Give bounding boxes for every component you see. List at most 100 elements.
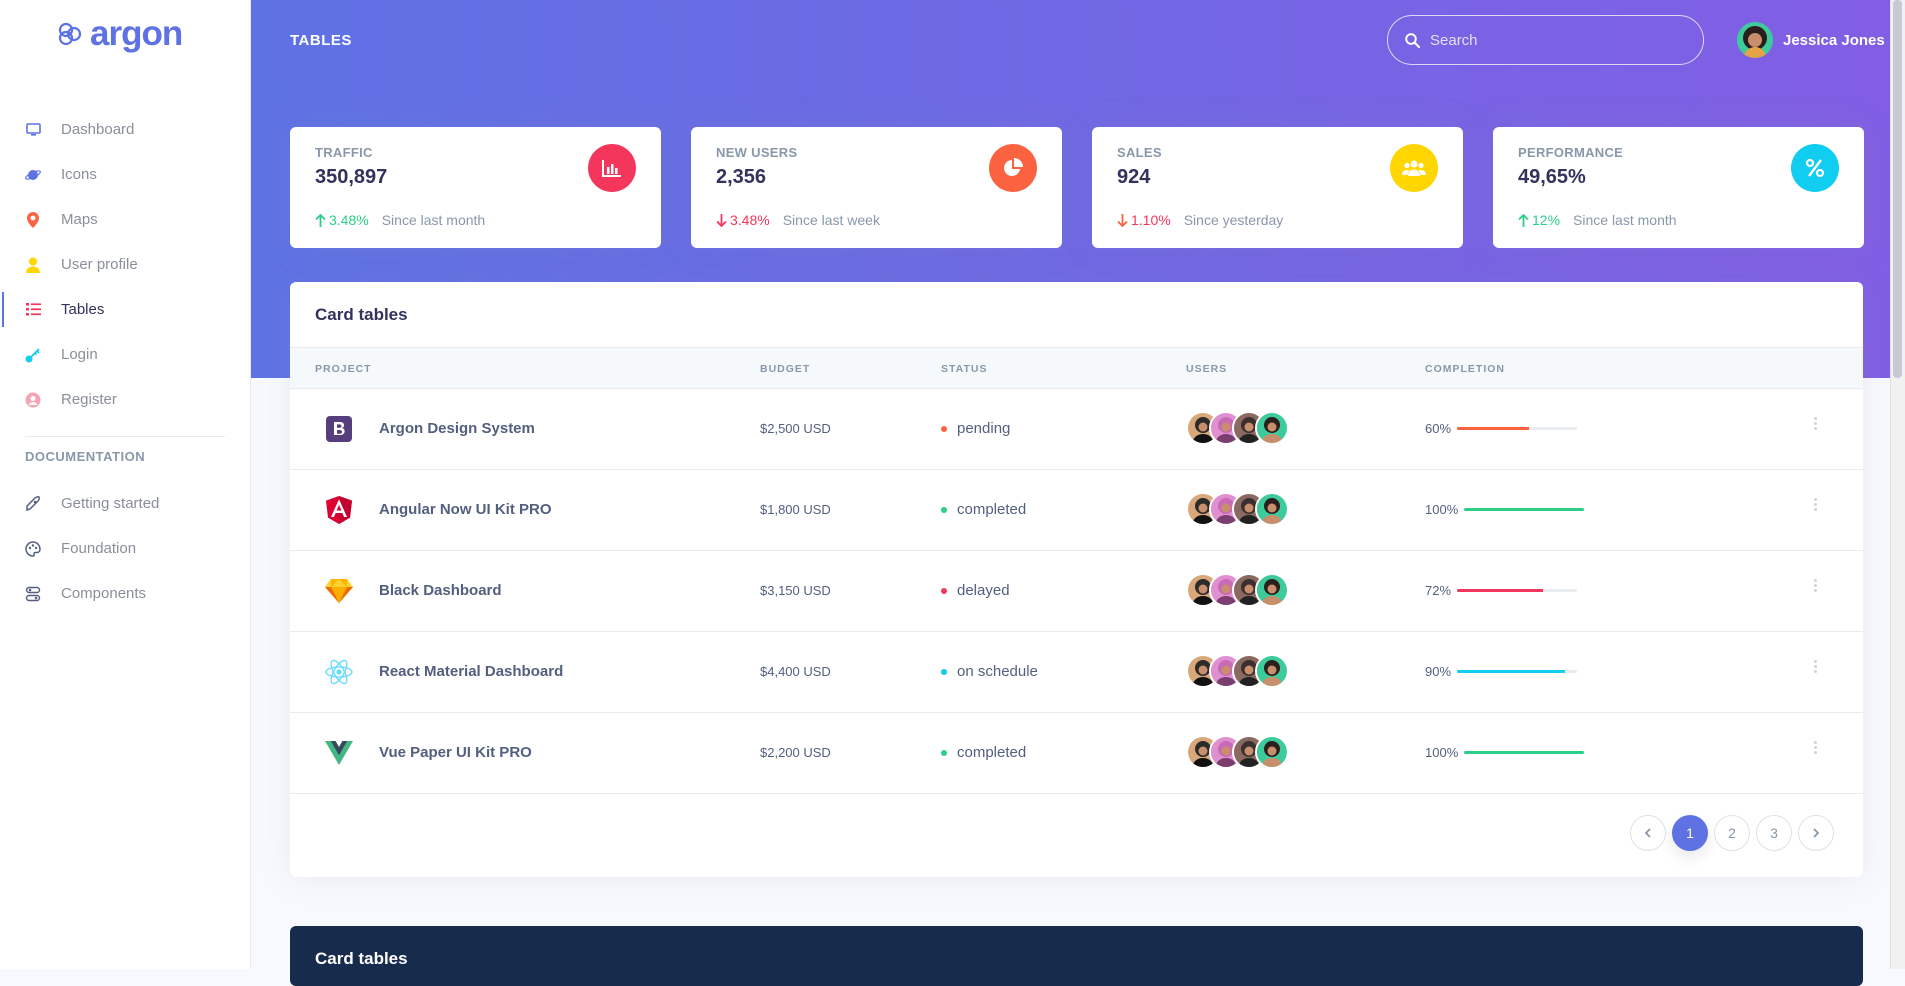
more-options-icon[interactable] [1812, 741, 1818, 754]
sidebar-item-label: Maps [61, 211, 98, 228]
spaceship-icon [25, 495, 41, 512]
progress-fill [1464, 508, 1585, 511]
more-options-icon[interactable] [1812, 417, 1818, 430]
search-box[interactable] [1387, 15, 1704, 65]
pie-chart-icon [989, 144, 1037, 192]
stat-change-value: 1.10% [1131, 212, 1171, 228]
search-input[interactable] [1430, 31, 1670, 49]
arrow-up-icon [1518, 213, 1529, 227]
sidebar-item-user-profile[interactable]: User profile [0, 242, 250, 287]
sidebar-item-tables[interactable]: Tables [0, 287, 250, 332]
arrow-down-icon [1117, 213, 1128, 227]
card-table: Card tables PROJECT BUDGET STATUS USERS … [290, 282, 1863, 877]
more-options-icon[interactable] [1812, 660, 1818, 673]
argon-logo-icon [58, 22, 82, 46]
column-header-users: USERS [1186, 363, 1228, 375]
completion: 100% [1425, 745, 1585, 760]
sidebar-item-label: Icons [61, 166, 97, 183]
palette-icon [25, 540, 41, 557]
user-name: Jessica Jones [1783, 31, 1885, 49]
avatar[interactable] [1255, 573, 1289, 607]
column-header-completion: COMPLETION [1425, 363, 1505, 375]
column-header-status: STATUS [941, 363, 988, 375]
sidebar-item-getting-started[interactable]: Getting started [0, 481, 250, 526]
user-menu[interactable]: Jessica Jones [1737, 22, 1885, 58]
project-name[interactable]: Vue Paper UI Kit PRO [379, 744, 532, 761]
more-options-icon[interactable] [1812, 498, 1818, 511]
progress-bar [1457, 589, 1578, 592]
pagination-page[interactable]: 2 [1714, 815, 1750, 851]
sidebar-item-label: Foundation [61, 540, 137, 557]
stat-label: TRAFFIC [315, 145, 373, 160]
user-avatars [1186, 411, 1289, 445]
avatar[interactable] [1255, 735, 1289, 769]
user-avatars [1186, 654, 1289, 688]
sidebar-item-icons[interactable]: Icons [0, 152, 250, 197]
project-name[interactable]: React Material Dashboard [379, 663, 563, 680]
stat-card-performance: PERFORMANCE 49,65% 12% Since last month [1493, 127, 1864, 248]
stat-since: Since last month [1573, 212, 1677, 228]
progress-fill [1457, 427, 1530, 430]
sidebar-item-label: Dashboard [61, 121, 135, 138]
sidebar-item-login[interactable]: Login [0, 332, 250, 377]
bootstrap-icon [323, 413, 355, 445]
project-name[interactable]: Black Dashboard [379, 582, 502, 599]
progress-bar [1457, 670, 1578, 673]
status-dot [941, 506, 947, 513]
arrow-up-icon [315, 213, 326, 227]
scrollbar[interactable] [1890, 0, 1905, 969]
sidebar-item-register[interactable]: Register [0, 377, 250, 422]
sketch-icon [323, 575, 355, 607]
table-row: Black Dashboard $3,150 USD delayed 72% [290, 551, 1863, 632]
user-avatars [1186, 492, 1289, 526]
vue-icon [323, 737, 355, 769]
completion-value: 100% [1425, 745, 1459, 760]
stat-change: 3.48% [315, 212, 369, 228]
chevron-left-icon [1644, 828, 1651, 838]
stat-change-value: 3.48% [329, 212, 369, 228]
search-icon [1405, 32, 1420, 48]
pagination-page[interactable]: 3 [1756, 815, 1792, 851]
avatar[interactable] [1255, 654, 1289, 688]
progress-fill [1464, 751, 1585, 754]
sidebar-item-label: Components [61, 585, 147, 602]
sidebar-item-dashboard[interactable]: Dashboard [0, 107, 250, 152]
list-icon [25, 302, 41, 318]
key-icon [25, 347, 41, 363]
stat-change-value: 12% [1532, 212, 1561, 228]
sidebar-nav: Dashboard Icons Maps User profile Tables… [0, 107, 250, 616]
pagination-page[interactable]: 1 [1672, 815, 1708, 851]
more-options-icon[interactable] [1812, 579, 1818, 592]
arrow-down-icon [716, 213, 727, 227]
status-badge: on schedule [941, 663, 1038, 680]
avatar[interactable] [1255, 492, 1289, 526]
angular-icon [323, 494, 355, 526]
status-text: pending [957, 420, 1011, 437]
pin-icon [25, 211, 41, 228]
budget: $2,500 USD [760, 421, 831, 436]
status-badge: pending [941, 420, 1010, 437]
stat-card-traffic: TRAFFIC 350,897 3.48% Since last month [290, 127, 661, 248]
stat-footer: 3.48% Since last month [315, 212, 485, 228]
project-name[interactable]: Argon Design System [379, 420, 535, 437]
progress-bar [1464, 751, 1585, 754]
pagination-prev[interactable] [1630, 815, 1666, 851]
status-dot [941, 668, 947, 675]
react-icon [323, 656, 355, 688]
pagination-next[interactable] [1798, 815, 1834, 851]
sidebar-divider [25, 436, 225, 437]
table-row: Argon Design System $2,500 USD pending 6… [290, 389, 1863, 470]
sidebar-item-foundation[interactable]: Foundation [0, 526, 250, 571]
stat-since: Since last month [381, 212, 486, 228]
sidebar-item-components[interactable]: Components [0, 571, 250, 616]
sidebar-item-maps[interactable]: Maps [0, 197, 250, 242]
bar-chart-icon [588, 144, 636, 192]
scrollbar-thumb[interactable] [1893, 0, 1902, 378]
budget: $4,400 USD [760, 664, 831, 679]
project-name[interactable]: Angular Now UI Kit PRO [379, 501, 552, 518]
stat-label: SALES [1117, 145, 1162, 160]
circle-user-icon [25, 392, 41, 408]
column-header-budget: BUDGET [760, 363, 811, 375]
brand-logo[interactable]: argon [56, 14, 183, 54]
avatar[interactable] [1255, 411, 1289, 445]
